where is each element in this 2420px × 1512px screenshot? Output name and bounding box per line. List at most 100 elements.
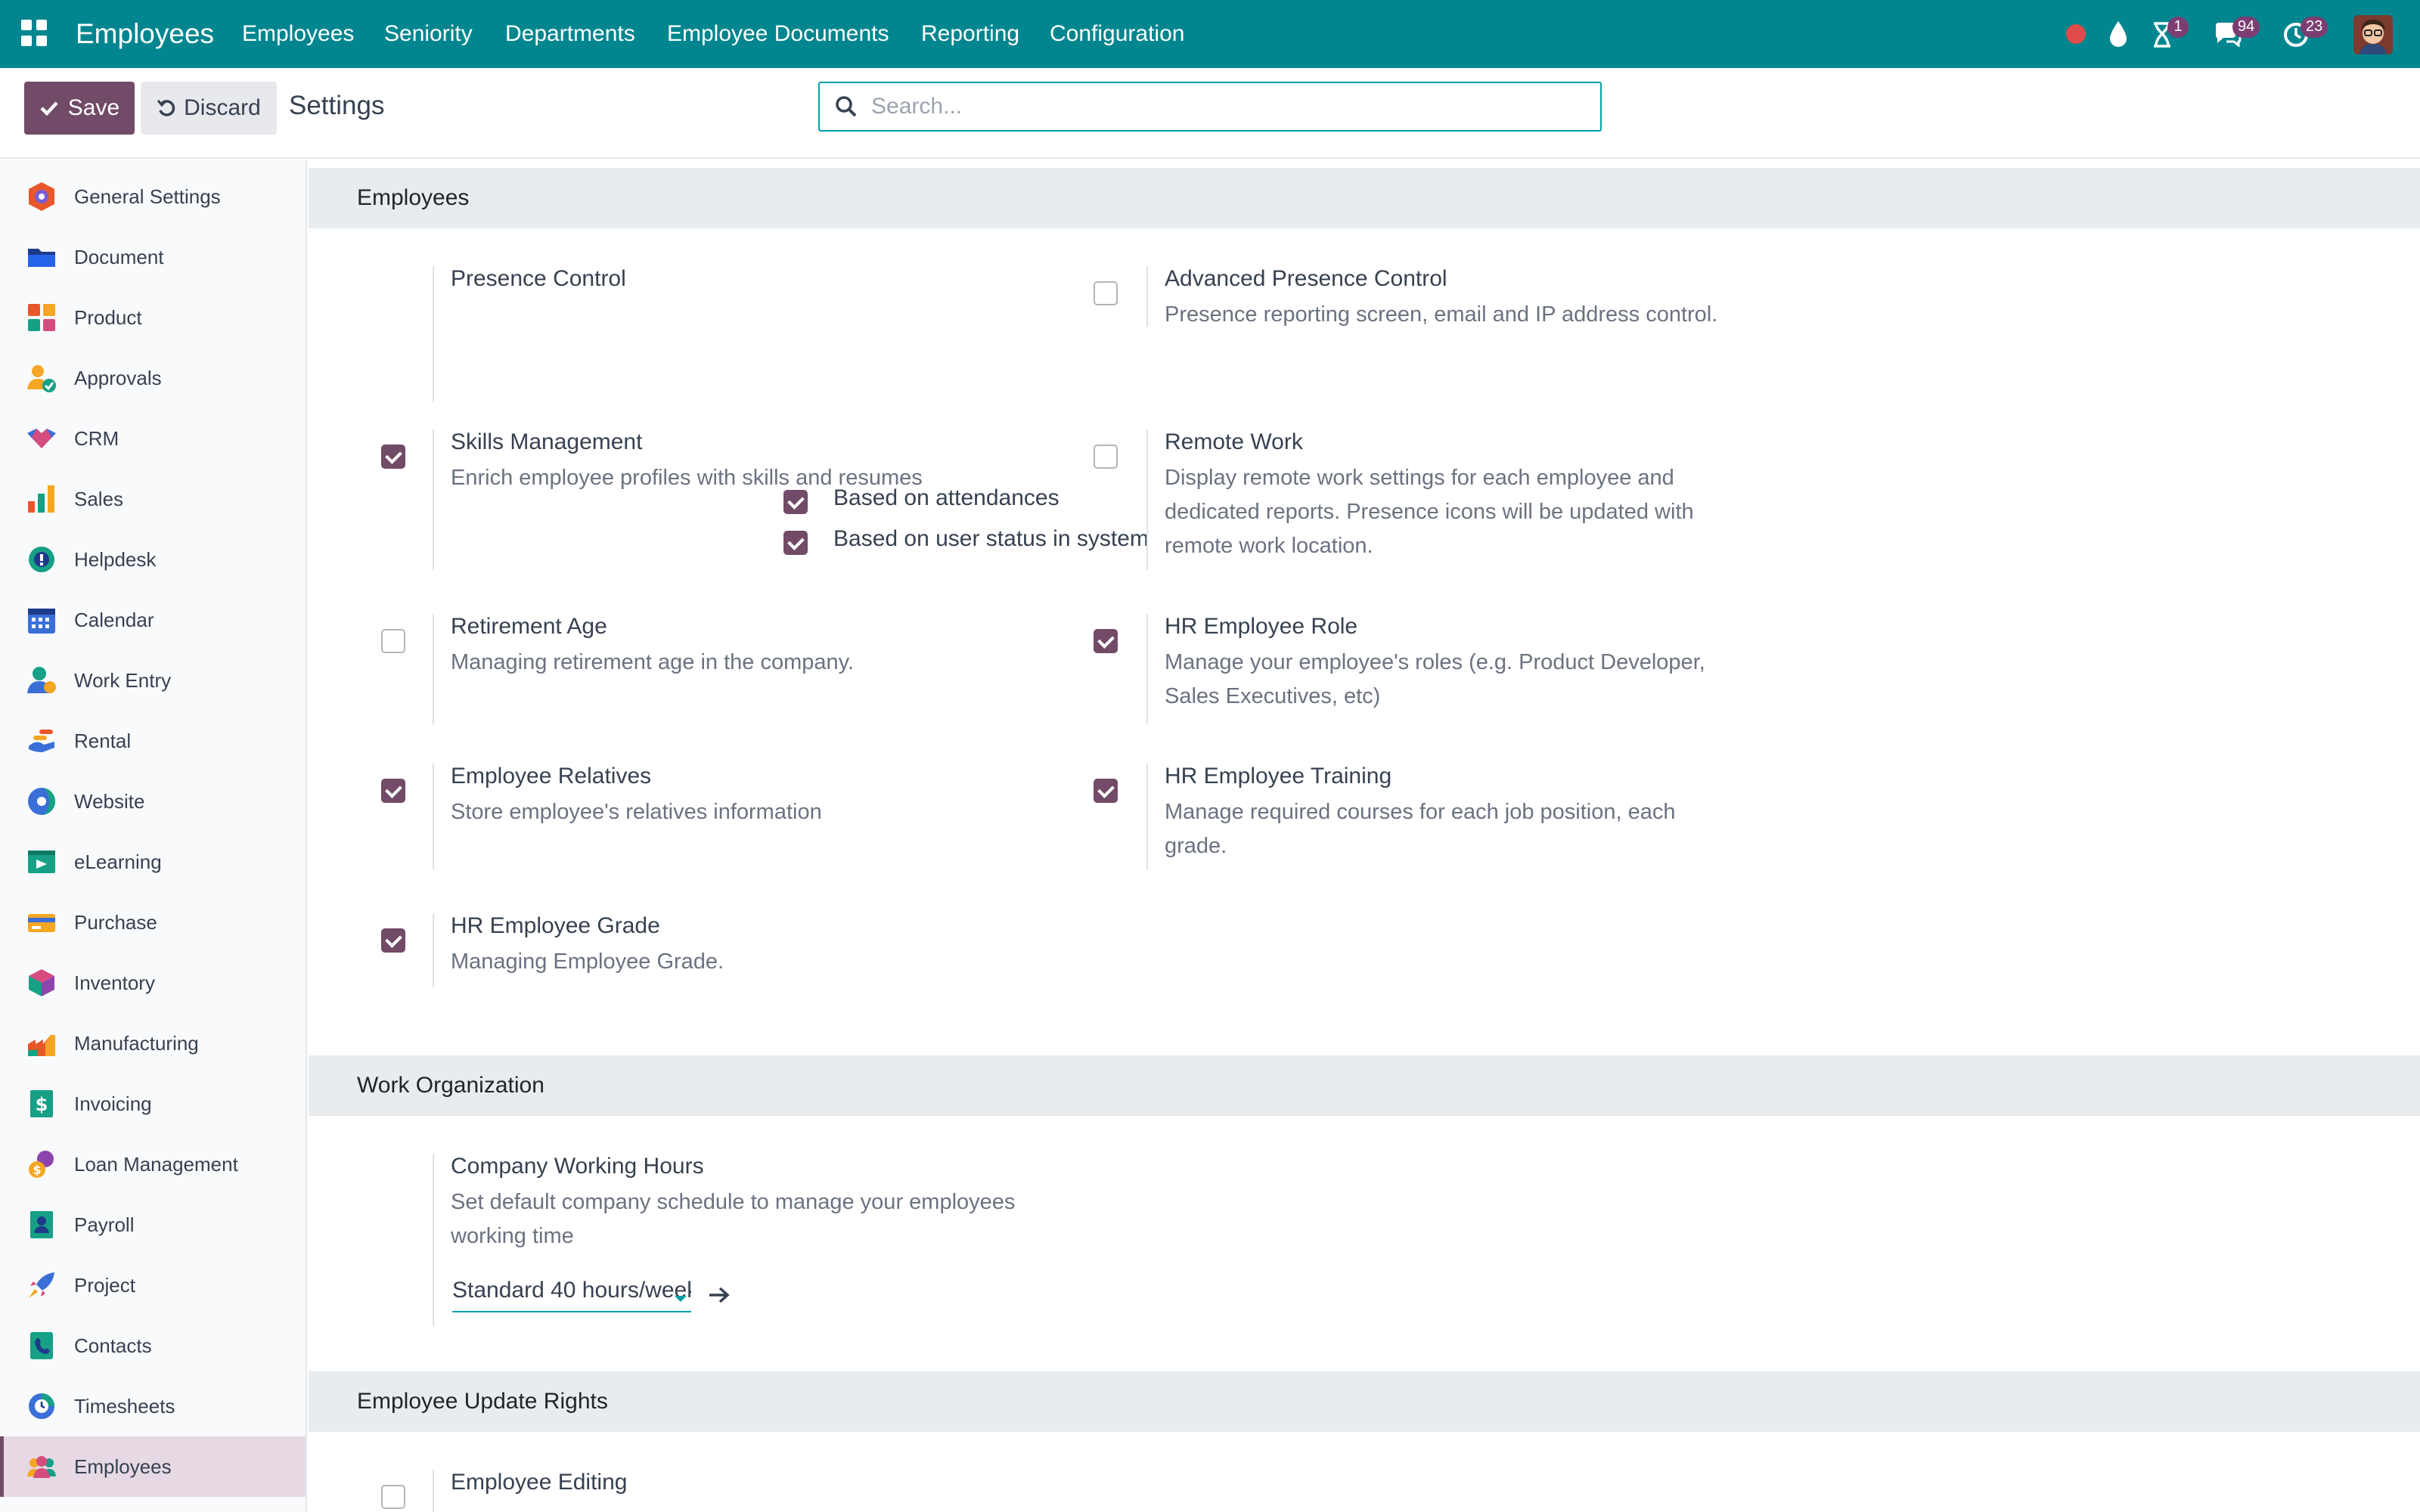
checkbox-advanced-presence-control[interactable] — [1094, 281, 1118, 305]
document-icon — [28, 249, 55, 267]
sidebar-item-sales[interactable]: Sales — [0, 469, 306, 529]
menu-seniority[interactable]: Seniority — [384, 0, 473, 68]
checkbox-hr-employee-grade[interactable] — [381, 928, 405, 953]
sidebar-item-general-settings[interactable]: General Settings — [0, 166, 306, 227]
menu-employees[interactable]: Employees — [242, 0, 354, 68]
search-input[interactable] — [871, 94, 1552, 119]
sidebar-item-rental[interactable]: Rental — [0, 711, 306, 771]
setting-employee-relatives: Employee Relatives Store employee's rela… — [433, 764, 962, 877]
working-hours-select[interactable]: Standard 40 hours/week — [452, 1278, 691, 1312]
setting-employee-editing: Employee Editing — [433, 1470, 962, 1512]
menu-configuration[interactable]: Configuration — [1050, 0, 1184, 68]
user-avatar[interactable] — [2353, 15, 2393, 54]
product-icon — [28, 304, 55, 331]
setting-title: Employee Editing — [451, 1470, 628, 1495]
helpdesk-icon — [29, 547, 54, 572]
app-grid-icon[interactable] — [21, 20, 48, 47]
menu-departments[interactable]: Departments — [505, 0, 635, 68]
sidebar-item-helpdesk[interactable]: Helpdesk — [0, 529, 306, 590]
checkbox-hr-employee-training[interactable] — [1094, 779, 1118, 803]
sidebar-item-contacts[interactable]: Contacts — [0, 1315, 306, 1376]
sidebar-item-employees[interactable]: Employees — [0, 1436, 306, 1497]
setting-hr-employee-grade: HR Employee Grade Managing Employee Grad… — [433, 913, 962, 996]
discard-button[interactable]: Discard — [141, 82, 277, 135]
sidebar-item-document[interactable]: Document — [0, 227, 306, 287]
discard-label: Discard — [184, 95, 261, 120]
sidebar-item-payroll[interactable]: Payroll — [0, 1194, 306, 1255]
setting-title: Employee Relatives — [451, 764, 652, 789]
save-button[interactable]: Save — [24, 82, 135, 135]
checkbox-skills-management[interactable] — [381, 445, 405, 469]
checkbox-employee-editing[interactable] — [381, 1485, 405, 1509]
sidebar-item-crm[interactable]: CRM — [0, 408, 306, 469]
sidebar-item-label: Helpdesk — [74, 547, 157, 571]
activities-badge: 1 — [2167, 17, 2189, 38]
purchase-icon — [28, 914, 55, 932]
project-icon — [29, 1272, 54, 1298]
droplet-icon[interactable] — [2107, 20, 2130, 48]
messages-button[interactable]: 94 — [2213, 17, 2260, 48]
elearning-icon — [28, 850, 55, 873]
menu-employee-documents[interactable]: Employee Documents — [667, 0, 889, 68]
checkbox-remote-work[interactable] — [1094, 445, 1118, 469]
setting-description: Store employee's relatives information — [451, 800, 822, 824]
setting-title: HR Employee Role — [1165, 614, 1358, 639]
sidebar-item-loan-management[interactable]: $ Loan Management — [0, 1134, 306, 1194]
sidebar-item-timesheets[interactable]: Timesheets — [0, 1376, 306, 1436]
save-label: Save — [67, 95, 120, 120]
setting-description: Set default company schedule to manage y… — [451, 1190, 1016, 1248]
checkbox-retirement-age[interactable] — [381, 629, 405, 653]
checkbox-hr-employee-role[interactable] — [1094, 629, 1118, 653]
sidebar-item-work-entry[interactable]: Work Entry — [0, 650, 306, 711]
sidebar-item-approvals[interactable]: Approvals — [0, 348, 306, 408]
setting-title: Presence Control — [451, 266, 626, 291]
section-header-employee-update-rights: Employee Update Rights — [309, 1371, 2420, 1432]
control-panel: Save Discard Settings — [0, 68, 2420, 159]
sidebar-item-calendar[interactable]: Calendar — [0, 590, 306, 650]
setting-title: HR Employee Grade — [451, 913, 660, 938]
chevron-down-icon — [675, 1296, 687, 1302]
sidebar-item-label: Rental — [74, 729, 132, 752]
sidebar-item-label: Purchase — [74, 910, 157, 934]
sidebar-item-product[interactable]: Product — [0, 287, 306, 348]
setting-description: Enrich employee profiles with skills and… — [451, 466, 923, 490]
sidebar-item-inventory[interactable]: Inventory — [0, 953, 306, 1013]
sidebar-item-label: Contacts — [74, 1334, 152, 1357]
inventory-icon — [29, 969, 54, 996]
recording-dot-icon[interactable] — [2066, 24, 2086, 44]
sidebar-item-label: Work Entry — [74, 668, 172, 692]
page-title: Settings — [289, 91, 385, 120]
check-icon — [40, 101, 58, 116]
arrow-right-icon[interactable] — [708, 1285, 731, 1305]
sidebar-item-website[interactable]: Website — [0, 771, 306, 832]
sidebar-item-invoicing[interactable]: $ Invoicing — [0, 1074, 306, 1134]
setting-remote-work: Remote Work Display remote work settings… — [1146, 429, 1767, 581]
setting-description: Managing retirement age in the company. — [451, 650, 855, 674]
sidebar-item-label: Product — [74, 305, 142, 329]
activities-button[interactable]: 1 — [2151, 17, 2189, 48]
sidebar-item-label: Document — [74, 245, 164, 268]
crm-icon — [27, 429, 56, 448]
setting-description: Manage your employee's roles (e.g. Produ… — [1165, 650, 1705, 708]
work-entry-icon — [27, 667, 56, 693]
invoicing-icon: $ — [30, 1090, 53, 1117]
sidebar-item-manufacturing[interactable]: Manufacturing — [0, 1013, 306, 1074]
settings-sidebar: General Settings Document Product Approv… — [0, 160, 307, 1512]
checkbox-employee-relatives[interactable] — [381, 779, 405, 803]
sidebar-item-project[interactable]: Project — [0, 1255, 306, 1315]
app-brand[interactable]: Employees — [76, 0, 214, 68]
sidebar-item-elearning[interactable]: eLearning — [0, 832, 306, 892]
clock-button[interactable]: 23 — [2282, 17, 2328, 48]
setting-retirement-age: Retirement Age Managing retirement age i… — [433, 614, 962, 735]
calendar-icon — [28, 609, 55, 634]
sidebar-item-label: Loan Management — [74, 1152, 238, 1176]
setting-hr-employee-training: HR Employee Training Manage required cou… — [1146, 764, 1767, 877]
setting-presence-control: Presence Control — [433, 266, 962, 410]
sidebar-item-purchase[interactable]: Purchase — [0, 892, 306, 953]
undo-icon — [157, 100, 175, 116]
sidebar-item-label: Calendar — [74, 608, 154, 631]
settings-main: Employees Presence Control Based on atte… — [309, 160, 2420, 1512]
search-bar[interactable] — [818, 82, 1602, 132]
approvals-icon — [27, 365, 56, 392]
menu-reporting[interactable]: Reporting — [921, 0, 1019, 68]
